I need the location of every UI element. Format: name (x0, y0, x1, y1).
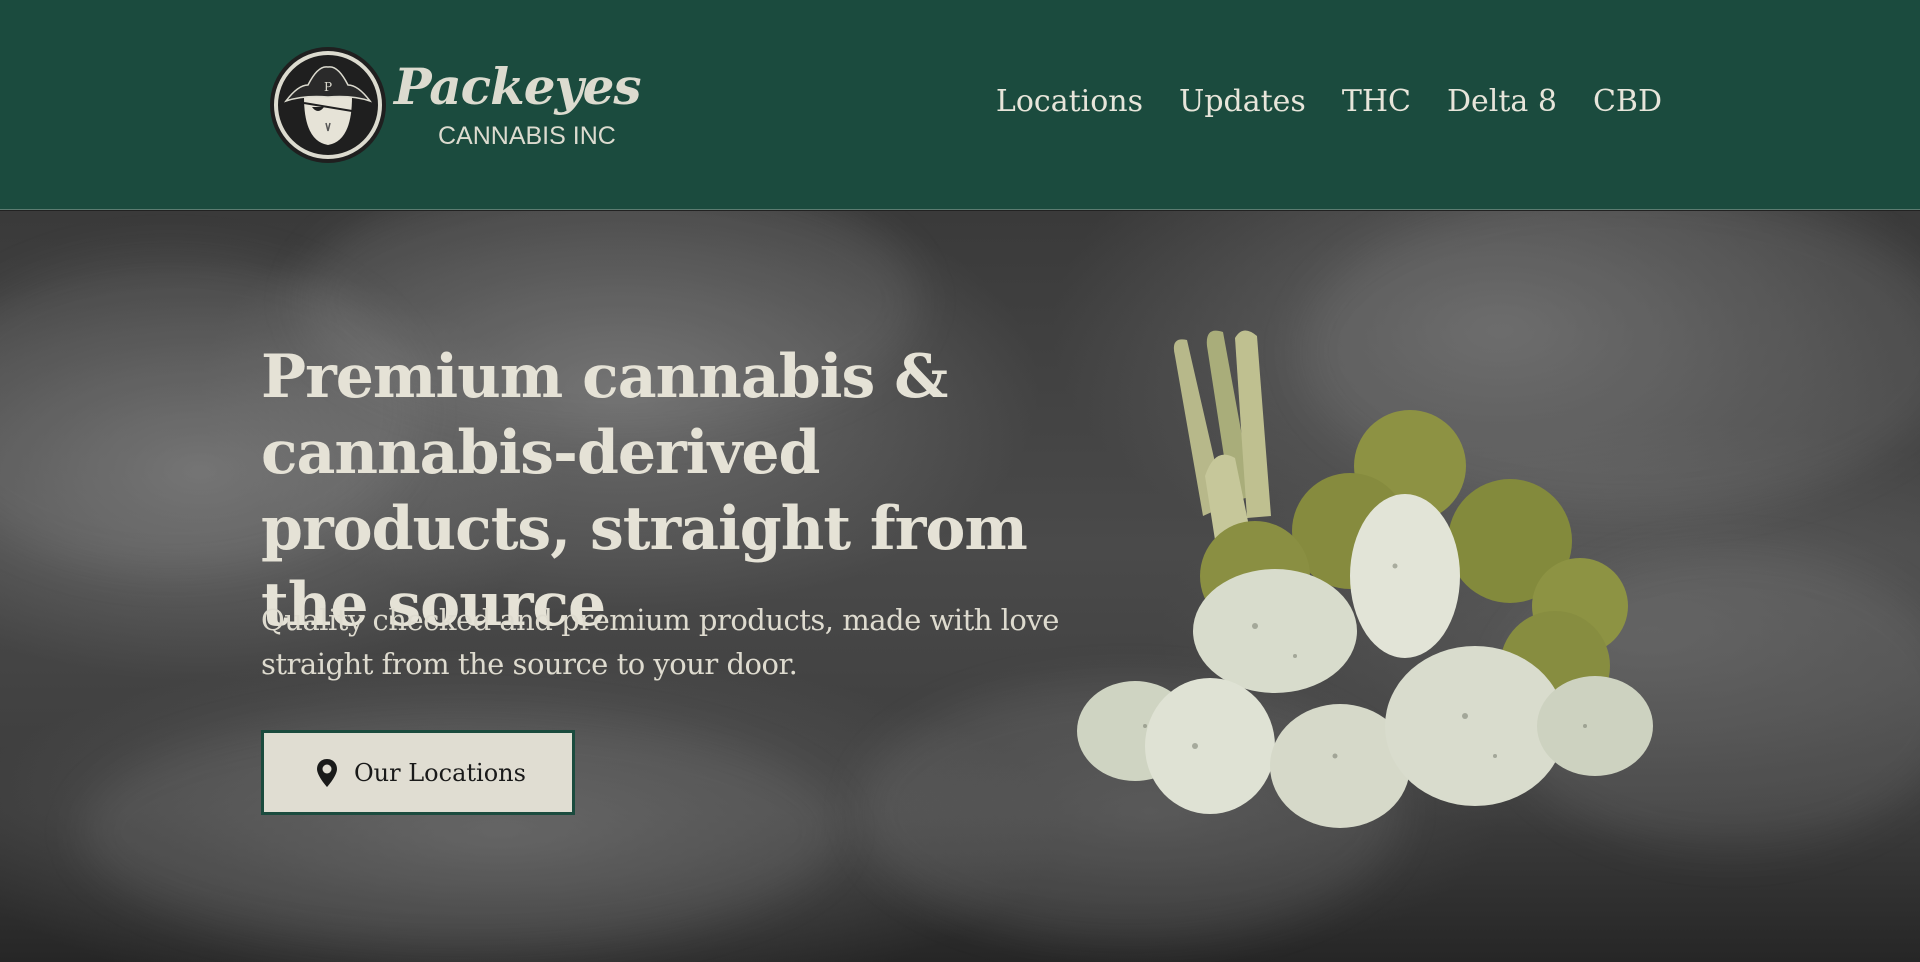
moon-rocks-image (1077, 330, 1653, 828)
svg-text:P: P (324, 80, 332, 94)
brand-logo[interactable]: P Packeyes CANNABIS INC (268, 45, 642, 165)
nav-item-thc[interactable]: THC (1342, 82, 1411, 122)
brand-name: Packeyes (394, 57, 642, 116)
map-pin-icon (317, 758, 337, 787)
hero-subtitle: Quality checked and premium products, ma… (261, 603, 1059, 681)
our-locations-button[interactable]: Our Locations (261, 730, 575, 815)
nav-item-cbd[interactable]: CBD (1593, 82, 1662, 122)
hero-section: Premium cannabis & cannabis-derived prod… (0, 211, 1920, 962)
site-header: P Packeyes CANNABIS INC Locations Update… (0, 0, 1920, 210)
main-nav: Locations Updates THC Delta 8 CBD (996, 82, 1662, 122)
our-locations-button-label: Our Locations (354, 758, 526, 787)
nav-item-locations[interactable]: Locations (996, 82, 1143, 122)
nav-item-updates[interactable]: Updates (1179, 82, 1306, 122)
pirate-skull-logo-icon: P (270, 47, 386, 163)
brand-subtitle: CANNABIS INC (438, 122, 616, 150)
nav-item-delta-8[interactable]: Delta 8 (1447, 82, 1557, 122)
